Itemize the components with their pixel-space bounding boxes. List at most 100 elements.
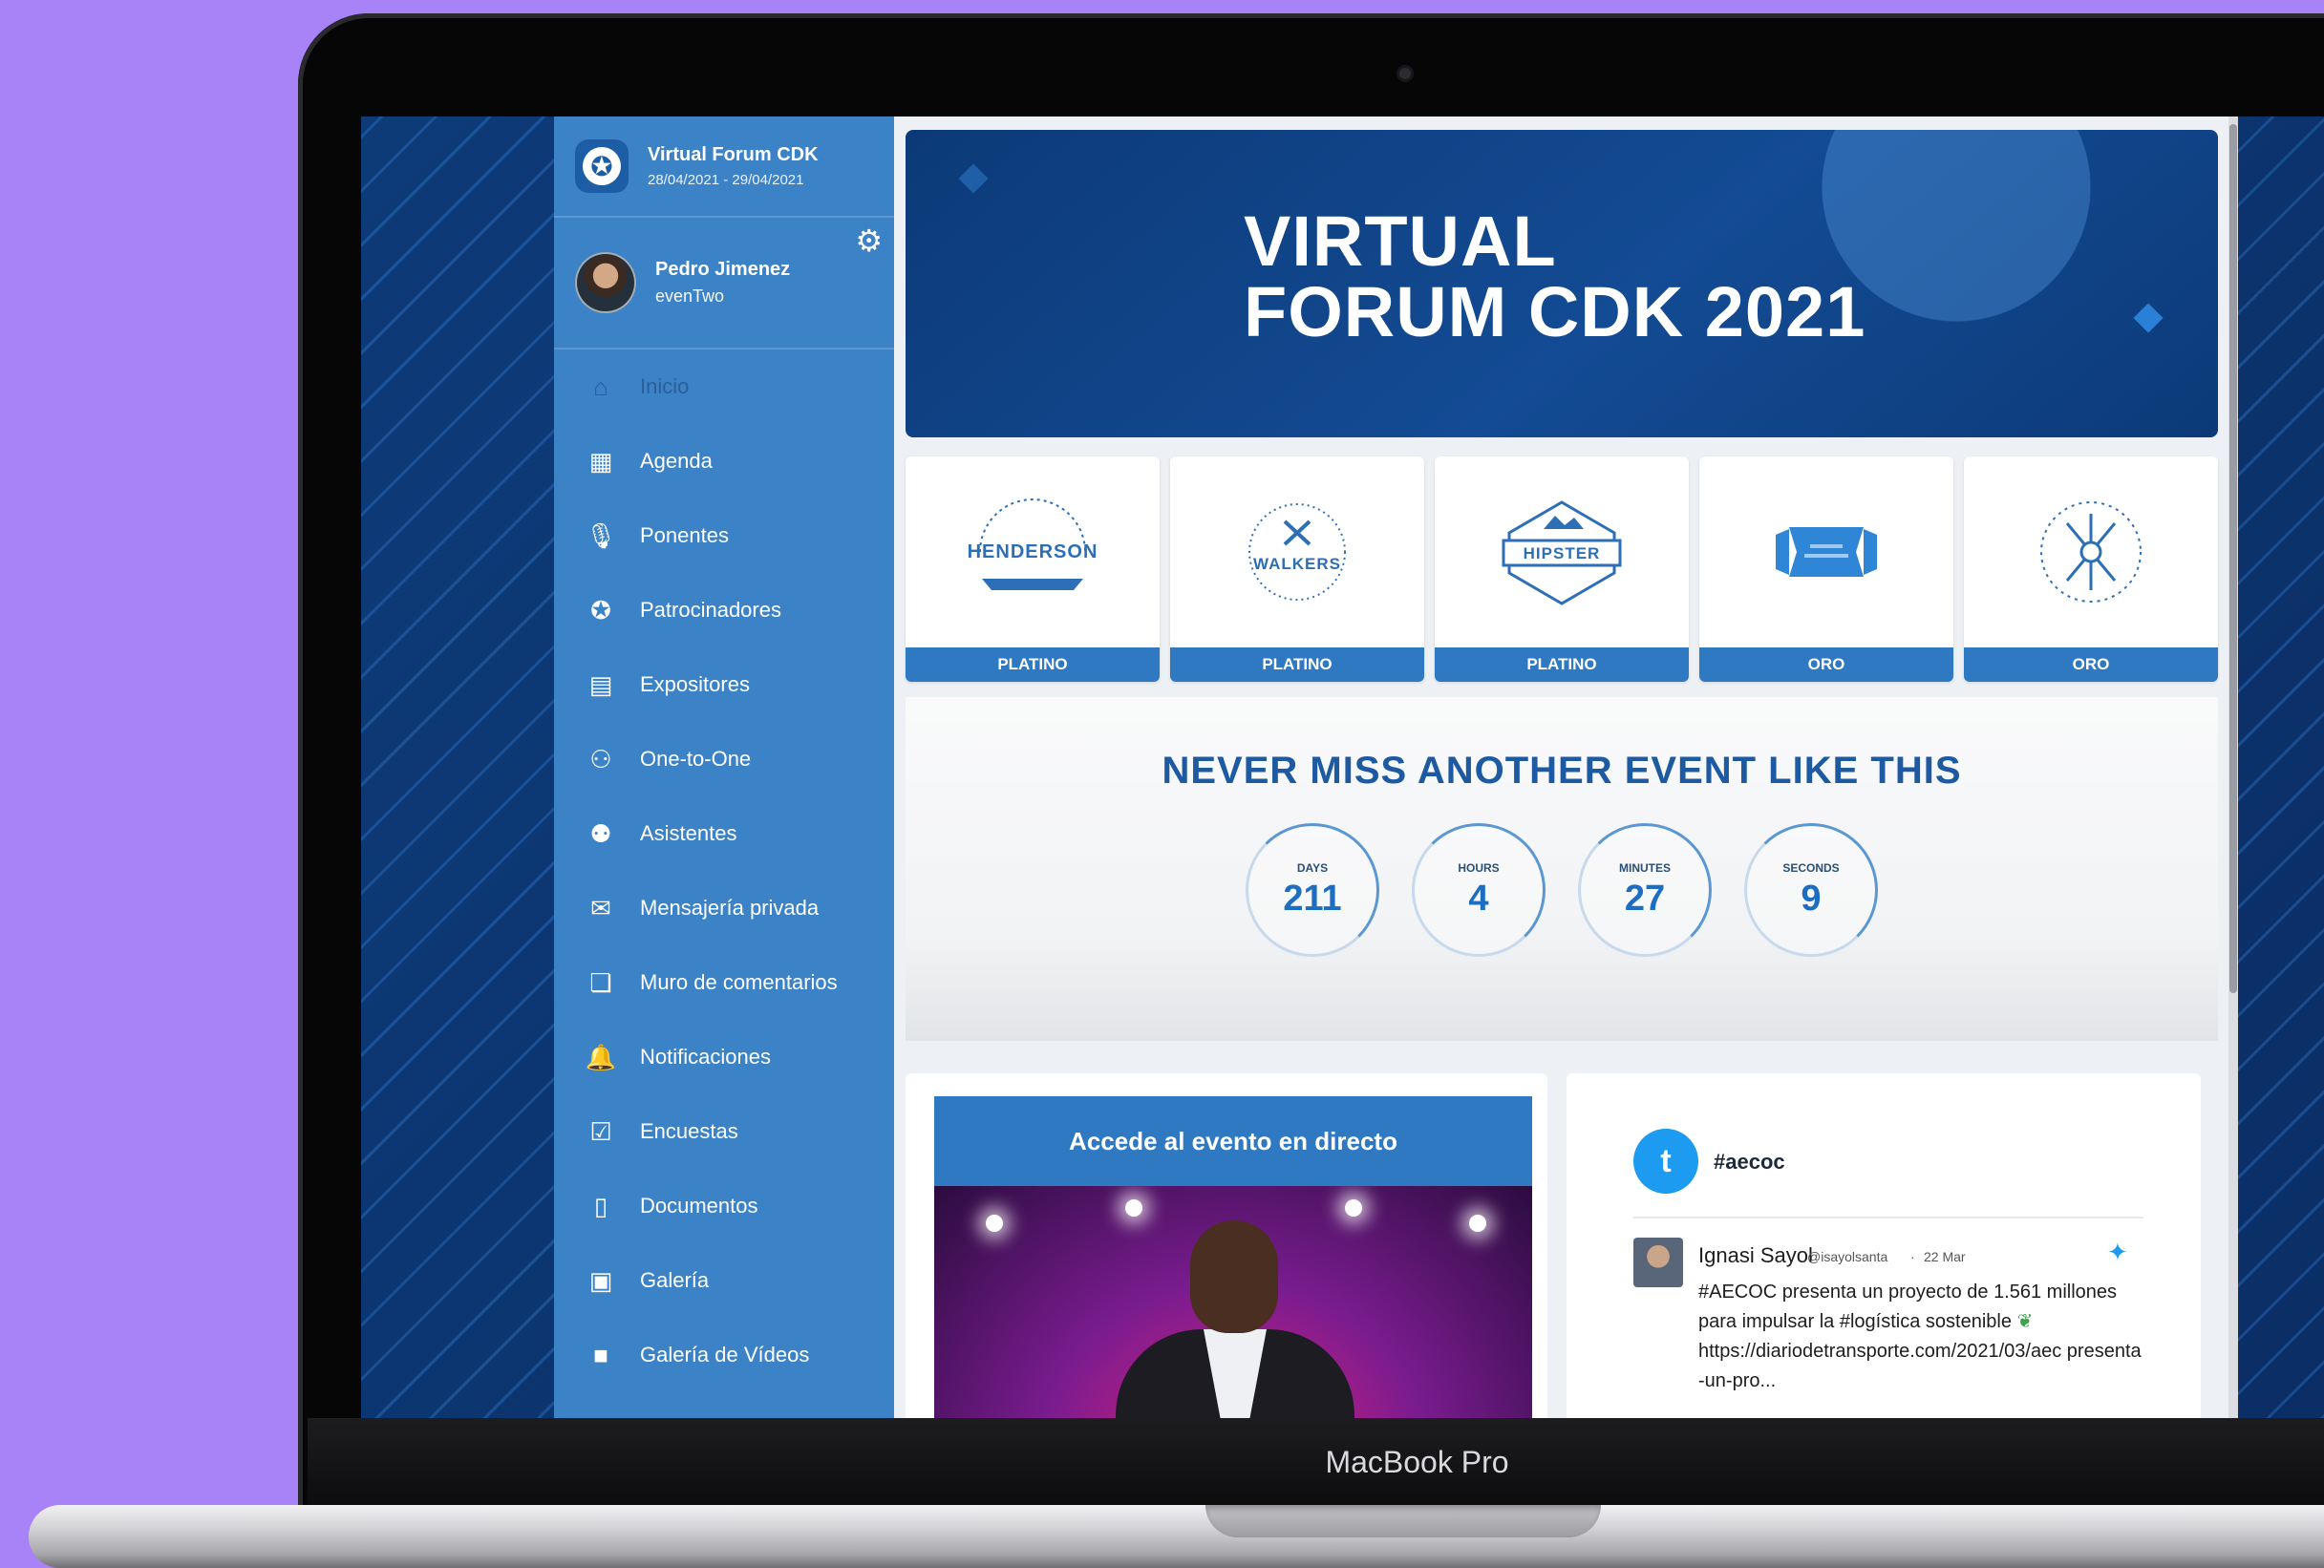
sponsor-level: ORO [1699,647,1953,682]
laptop-chin: MacBook Pro [308,1418,2324,1513]
star-badge-icon: ✪ [575,139,629,193]
svg-text:HENDERSON: HENDERSON [968,541,1098,562]
live-event-button[interactable]: Accede al evento en directo [934,1096,1532,1186]
sidebar-item-galeria-videos[interactable]: ■ Galería de Vídeos [554,1318,894,1392]
event-dates: 28/04/2021 - 29/04/2021 [648,172,804,188]
avatar[interactable] [575,252,636,313]
tweet-separator: · [1910,1249,1915,1264]
sponsor-card[interactable]: HIPSTER PLATINO [1435,456,1689,682]
star-icon: ✪ [590,595,611,625]
tweet-text: #AECOC presenta un proyecto de 1.561 mil… [1698,1282,2142,1391]
meeting-icon: ⚇ [589,744,612,773]
banner-title: VIRTUAL FORUM CDK 2021 [1244,201,1866,351]
sidebar-item-muro[interactable]: ❏ Muro de comentarios [554,945,894,1020]
sidebar-nav: ⌂ Inicio ▦ Agenda 🎙 Ponentes ✪ Patrocina… [554,350,894,1392]
countdown-days: DAYS 211 [1246,823,1379,957]
sidebar-item-ponentes[interactable]: 🎙 Ponentes [554,498,894,573]
sponsor-logo: HIPSTER [1435,456,1689,647]
sidebar-item-label: Mensajería privada [640,896,820,920]
sidebar-item-label: Galería [640,1268,710,1292]
sidebar-item-galeria[interactable]: ▣ Galería [554,1243,894,1318]
sponsor-logo: WALKERS [1170,456,1424,647]
booth-icon: ▤ [588,669,613,699]
sponsor-card[interactable]: HENDERSON PLATINO [906,456,1160,682]
video-icon: ■ [593,1340,608,1369]
countdown-hours: HOURS 4 [1412,823,1546,957]
sponsor-logo: HENDERSON [906,456,1160,647]
tweet-author-avatar[interactable] [1633,1238,1683,1287]
countdown-title: NEVER MISS ANOTHER EVENT LIKE THIS [1162,750,1962,792]
sidebar-item-one-to-one[interactable]: ⚇ One-to-One [554,722,894,796]
sponsor-card[interactable]: WALKERS PLATINO [1170,456,1424,682]
sidebar-item-label: Asistentes [640,821,737,845]
comments-icon: ❏ [589,967,612,997]
live-video-thumbnail[interactable] [934,1186,1532,1418]
sidebar-item-mensajeria[interactable]: ✉ Mensajería privada [554,871,894,945]
main-content: VIRTUAL FORUM CDK 2021 HENDERSON PLATINO [894,117,2228,1418]
tweet-author-handle[interactable]: @isayolsanta [1807,1249,1887,1264]
stage-light [1125,1199,1142,1217]
sidebar-item-expositores[interactable]: ▤ Expositores [554,647,894,722]
sidebar-item-asistentes[interactable]: ⚉ Asistentes [554,796,894,871]
bell-icon: 🔔 [585,1042,617,1071]
document-icon: ▯ [593,1191,608,1220]
sidebar-item-label: Documentos [640,1194,758,1218]
svg-text:HIPSTER: HIPSTER [1524,544,1601,562]
image-icon: ▣ [588,1265,613,1295]
countdown-minutes: MINUTES 27 [1578,823,1712,957]
sidebar-item-label: Muro de comentarios [640,970,838,994]
event-banner: VIRTUAL FORUM CDK 2021 [906,130,2218,437]
attendees-icon: ⚉ [589,818,612,848]
sidebar-item-encuestas[interactable]: ☑ Encuestas [554,1094,894,1169]
stage-light [986,1215,1003,1232]
countdown-seconds: SECONDS 9 [1744,823,1878,957]
sidebar-item-label: One-to-One [640,747,752,771]
svg-text:WALKERS: WALKERS [1253,555,1341,573]
sponsor-grid: HENDERSON PLATINO WALKERS PLATINO HIPSTE… [906,456,2218,682]
sidebar-item-label: Patrocinadores [640,598,781,622]
sidebar-item-label: Agenda [640,449,713,473]
sponsor-card[interactable]: ORO [1964,456,2218,682]
survey-icon: ☑ [589,1116,612,1146]
sidebar-item-label: Ponentes [640,523,729,547]
tweet-link[interactable]: https://diariodetransporte.com/2021/03/a… [1698,1341,2142,1391]
scrollbar-thumb[interactable] [2229,124,2237,993]
countdown-section: NEVER MISS ANOTHER EVENT LIKE THIS DAYS … [906,697,2218,1041]
banner-diamond [2133,303,2164,333]
sponsor-level: PLATINO [1170,647,1424,682]
twitter-bird-icon[interactable]: ✦ [2107,1238,2128,1267]
device-label: MacBook Pro [1325,1445,1509,1479]
sidebar-item-label: Encuestas [640,1119,738,1143]
microphone-icon: 🎙 [585,520,617,550]
event-title: Virtual Forum CDK [648,144,819,165]
live-event-card: Accede al evento en directo [906,1073,1547,1418]
sidebar-item-notificaciones[interactable]: 🔔 Notificaciones [554,1020,894,1094]
sidebar-item-label: Inicio [640,374,690,398]
event-header[interactable]: ✪ Virtual Forum CDK 28/04/2021 - 29/04/2… [554,117,894,218]
divider [1633,1217,2143,1218]
sidebar: ✪ Virtual Forum CDK 28/04/2021 - 29/04/2… [554,117,894,1418]
sidebar-item-inicio[interactable]: ⌂ Inicio [554,350,894,424]
twitter-hashtag[interactable]: #aecoc [1714,1150,1785,1175]
gear-icon[interactable]: ⚙ [855,225,883,256]
seedling-icon: ❦ [2016,1311,2034,1332]
sponsor-level: PLATINO [906,647,1160,682]
sponsor-logo [1699,456,1953,647]
twitter-icon[interactable]: t [1633,1129,1698,1194]
tweet-date[interactable]: 22 Mar [1924,1249,1966,1264]
sponsor-level: PLATINO [1435,647,1689,682]
tweet-author-name[interactable]: Ignasi Sayol [1698,1243,1813,1268]
sidebar-item-documentos[interactable]: ▯ Documentos [554,1169,894,1243]
sponsor-card[interactable]: ORO [1699,456,1953,682]
user-profile[interactable]: Pedro Jimenez evenTwo ⚙ [554,218,894,350]
stage-light [1345,1199,1362,1217]
webcam [1397,65,1414,82]
laptop-base [29,1505,2324,1568]
sidebar-item-patrocinadores[interactable]: ✪ Patrocinadores [554,573,894,647]
speaker-head [1190,1220,1278,1333]
countdown-timers: DAYS 211 HOURS 4 MINUTES 27 SECONDS 9 [1246,823,1878,957]
stage-light [1469,1215,1486,1232]
laptop-notch [1205,1505,1601,1537]
sidebar-item-agenda[interactable]: ▦ Agenda [554,424,894,498]
user-organization: evenTwo [655,286,725,306]
